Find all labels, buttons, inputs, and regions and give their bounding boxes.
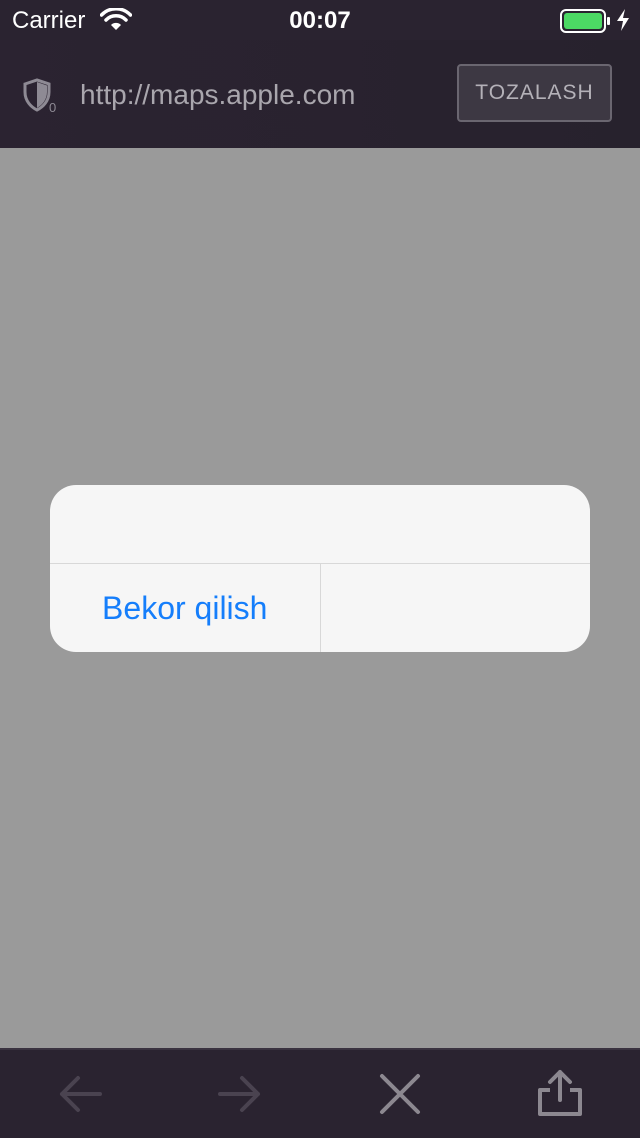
alert-title <box>50 485 590 564</box>
tracker-count: 0 <box>49 100 56 114</box>
share-icon[interactable] <box>534 1068 586 1120</box>
url-field[interactable]: http://maps.apple.com <box>80 79 355 111</box>
battery-icon <box>560 9 612 38</box>
status-bar: Carrier 00:07 <box>0 0 640 40</box>
alert-actions: Bekor qilish <box>50 564 590 652</box>
clock: 00:07 <box>289 7 351 34</box>
charging-icon <box>616 9 630 36</box>
back-arrow-icon[interactable] <box>54 1068 106 1120</box>
url-bar: 0 http://maps.apple.com TOZALASH <box>0 40 640 189</box>
close-icon[interactable] <box>374 1068 426 1120</box>
alert-dialog: Bekor qilish <box>50 485 590 652</box>
alert-second-button[interactable] <box>319 564 591 652</box>
tracking-protection-icon[interactable]: 0 <box>22 78 62 119</box>
clear-button[interactable]: TOZALASH <box>457 64 612 122</box>
forward-arrow-icon[interactable] <box>214 1068 266 1120</box>
cancel-button[interactable]: Bekor qilish <box>50 564 320 652</box>
bottom-toolbar <box>0 1048 640 1138</box>
